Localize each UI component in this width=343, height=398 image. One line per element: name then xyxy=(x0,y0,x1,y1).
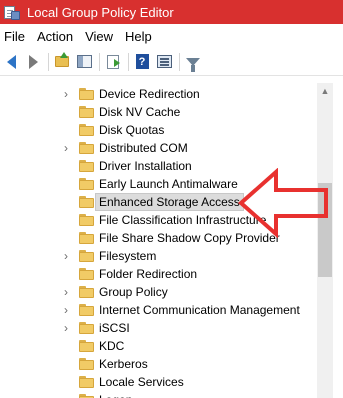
show-hide-console-tree-icon xyxy=(76,55,92,68)
tree-item-label: File Classification Infrastructure xyxy=(99,213,267,227)
tree-item[interactable]: Driver Installation xyxy=(0,157,316,175)
up-one-level-button[interactable] xyxy=(53,52,71,71)
forward-button[interactable] xyxy=(24,53,42,71)
tree-item-label: Early Launch Antimalware xyxy=(99,177,238,191)
toolbar: ? xyxy=(0,48,343,76)
folder-icon xyxy=(79,340,94,352)
scroll-up-arrow-icon[interactable]: ▲ xyxy=(317,83,333,99)
tree-item-label: Internet Communication Management xyxy=(99,303,300,317)
tree-item-label: Filesystem xyxy=(99,249,157,263)
tree-item[interactable]: Logon xyxy=(0,391,316,398)
tree-item[interactable]: Locale Services xyxy=(0,373,316,391)
show-hide-console-tree-button[interactable] xyxy=(75,53,93,71)
tree-item[interactable]: › Device Redirection xyxy=(0,85,316,103)
folder-icon xyxy=(79,286,94,298)
tree-item[interactable]: Early Launch Antimalware xyxy=(0,175,316,193)
export-list-icon xyxy=(107,54,120,69)
folder-icon xyxy=(79,322,94,334)
expand-chevron-icon[interactable]: › xyxy=(61,247,71,265)
tree-item[interactable]: KDC xyxy=(0,337,316,355)
tree-item[interactable]: › Group Policy xyxy=(0,283,316,301)
title-bar: Local Group Policy Editor xyxy=(0,0,343,24)
menu-file[interactable]: File xyxy=(0,29,33,44)
folder-icon xyxy=(79,178,94,190)
tree-item-label: Enhanced Storage Access xyxy=(95,193,244,211)
tree-item[interactable]: › Internet Communication Management xyxy=(0,301,316,319)
tree-item-label: Distributed COM xyxy=(99,141,188,155)
tree-item-label: Driver Installation xyxy=(99,159,192,173)
folder-icon xyxy=(79,196,94,208)
tree-item[interactable]: › Distributed COM xyxy=(0,139,316,157)
folder-icon xyxy=(79,250,94,262)
tree-item[interactable]: Kerberos xyxy=(0,355,316,373)
tree-item-label: Group Policy xyxy=(99,285,168,299)
toolbar-separator xyxy=(179,52,180,71)
folder-icon xyxy=(79,394,94,398)
console-tree[interactable]: › Device Redirection Disk NV Cache Disk Quo… xyxy=(0,83,316,398)
folder-icon xyxy=(79,214,94,226)
tree-item-label: Folder Redirection xyxy=(99,267,198,281)
expand-chevron-icon[interactable]: › xyxy=(61,139,71,157)
folder-icon xyxy=(79,106,94,118)
folder-icon xyxy=(79,376,94,388)
window-title: Local Group Policy Editor xyxy=(27,4,174,20)
expand-chevron-icon[interactable]: › xyxy=(61,319,71,337)
export-list-button[interactable] xyxy=(104,53,122,71)
tree-item-label: File Share Shadow Copy Provider xyxy=(99,231,280,245)
tree-item-label: iSCSI xyxy=(99,321,130,335)
tree-item-label: Kerberos xyxy=(99,357,148,371)
menu-view[interactable]: View xyxy=(81,29,121,44)
tree-item[interactable]: File Classification Infrastructure xyxy=(0,211,316,229)
toolbar-separator xyxy=(128,52,129,71)
tree-item-label: Device Redirection xyxy=(99,87,200,101)
filter-icon xyxy=(186,57,200,72)
properties-icon xyxy=(156,55,172,68)
menu-help[interactable]: Help xyxy=(121,29,160,44)
folder-icon xyxy=(79,232,94,244)
group-policy-app-icon xyxy=(3,4,21,20)
expand-chevron-icon[interactable]: › xyxy=(61,85,71,103)
tree-item[interactable]: › Filesystem xyxy=(0,247,316,265)
toolbar-separator xyxy=(48,52,49,71)
scrollbar-thumb[interactable] xyxy=(318,183,332,277)
back-button[interactable] xyxy=(2,53,20,71)
tree-item[interactable]: Disk Quotas xyxy=(0,121,316,139)
tree-item-label: Logon xyxy=(99,392,132,398)
tree-item[interactable]: Folder Redirection xyxy=(0,265,316,283)
tree-item-label: KDC xyxy=(99,339,125,353)
folder-icon xyxy=(79,124,94,136)
up-folder-icon xyxy=(55,52,69,67)
tree-item[interactable]: › iSCSI xyxy=(0,319,316,337)
filter-button[interactable] xyxy=(184,53,202,72)
toolbar-separator xyxy=(99,52,100,71)
folder-icon xyxy=(79,358,94,370)
folder-icon xyxy=(79,142,94,154)
tree-item[interactable]: File Share Shadow Copy Provider xyxy=(0,229,316,247)
tree-item[interactable]: Enhanced Storage Access xyxy=(0,193,316,211)
tree-item-label: Disk Quotas xyxy=(99,123,165,137)
folder-icon xyxy=(79,304,94,316)
tree-item-label: Disk NV Cache xyxy=(99,105,181,119)
tree-item-label: Locale Services xyxy=(99,375,184,389)
expand-chevron-icon[interactable]: › xyxy=(61,283,71,301)
help-icon: ? xyxy=(135,54,149,69)
folder-icon xyxy=(79,160,94,172)
folder-icon xyxy=(79,268,94,280)
expand-chevron-icon[interactable]: › xyxy=(61,301,71,319)
properties-button[interactable] xyxy=(155,53,173,71)
forward-icon xyxy=(28,54,38,69)
folder-icon xyxy=(79,88,94,100)
menu-bar: File Action View Help xyxy=(0,24,343,48)
tree-item[interactable]: Disk NV Cache xyxy=(0,103,316,121)
help-button[interactable]: ? xyxy=(133,53,151,71)
back-icon xyxy=(6,54,16,69)
menu-action[interactable]: Action xyxy=(33,29,81,44)
